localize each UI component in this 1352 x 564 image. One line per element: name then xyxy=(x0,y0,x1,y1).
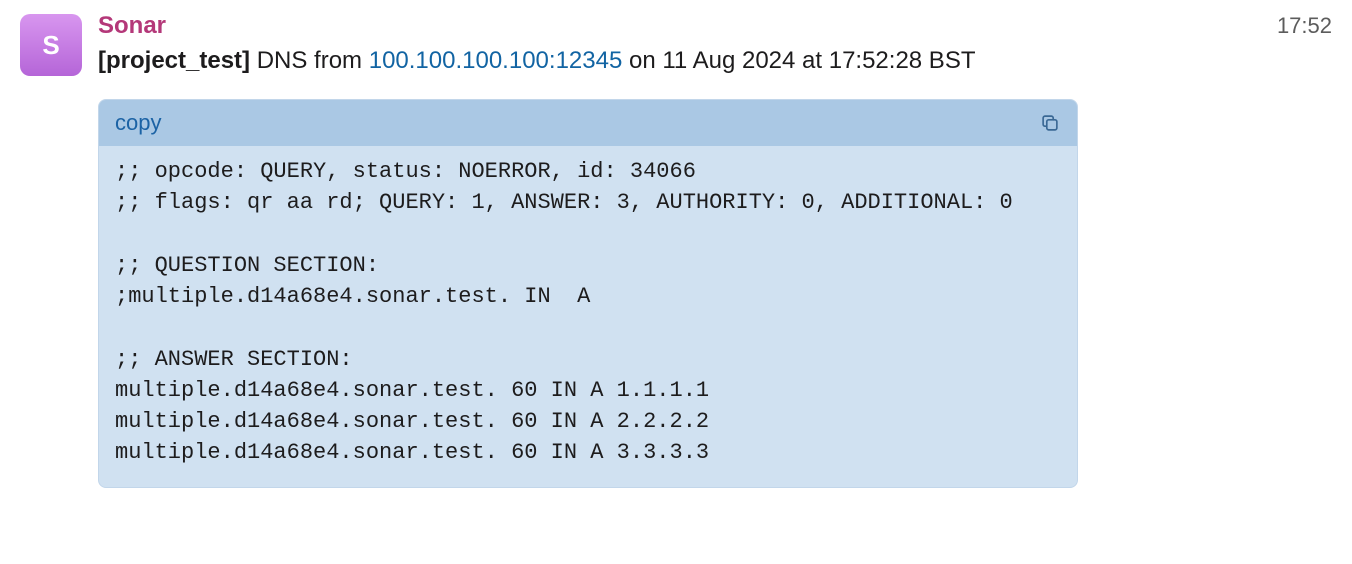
subject-project-tag: [project_test] xyxy=(98,47,250,74)
copy-icon[interactable] xyxy=(1039,112,1061,134)
sender-name: Sonar xyxy=(98,10,166,41)
avatar: S xyxy=(20,14,82,76)
message-row: S Sonar 17:52 [project_test] DNS from 10… xyxy=(20,10,1332,488)
avatar-letter: S xyxy=(42,30,59,61)
subject-ip-link[interactable]: 100.100.100.100:12345 xyxy=(369,47,623,74)
subject-text-after: on 11 Aug 2024 at 17:52:28 BST xyxy=(622,47,975,74)
code-header: copy xyxy=(99,100,1077,146)
message-header: Sonar 17:52 xyxy=(98,10,1332,41)
message-content: Sonar 17:52 [project_test] DNS from 100.… xyxy=(98,10,1332,488)
code-body: ;; opcode: QUERY, status: NOERROR, id: 3… xyxy=(99,146,1077,486)
copy-label: copy xyxy=(115,110,161,136)
subject-text-before: DNS from xyxy=(250,47,369,74)
timestamp: 17:52 xyxy=(1277,13,1332,39)
code-block: copy ;; opcode: QUERY, status: NOERROR, … xyxy=(98,99,1078,487)
subject-line: [project_test] DNS from 100.100.100.100:… xyxy=(98,43,1332,79)
